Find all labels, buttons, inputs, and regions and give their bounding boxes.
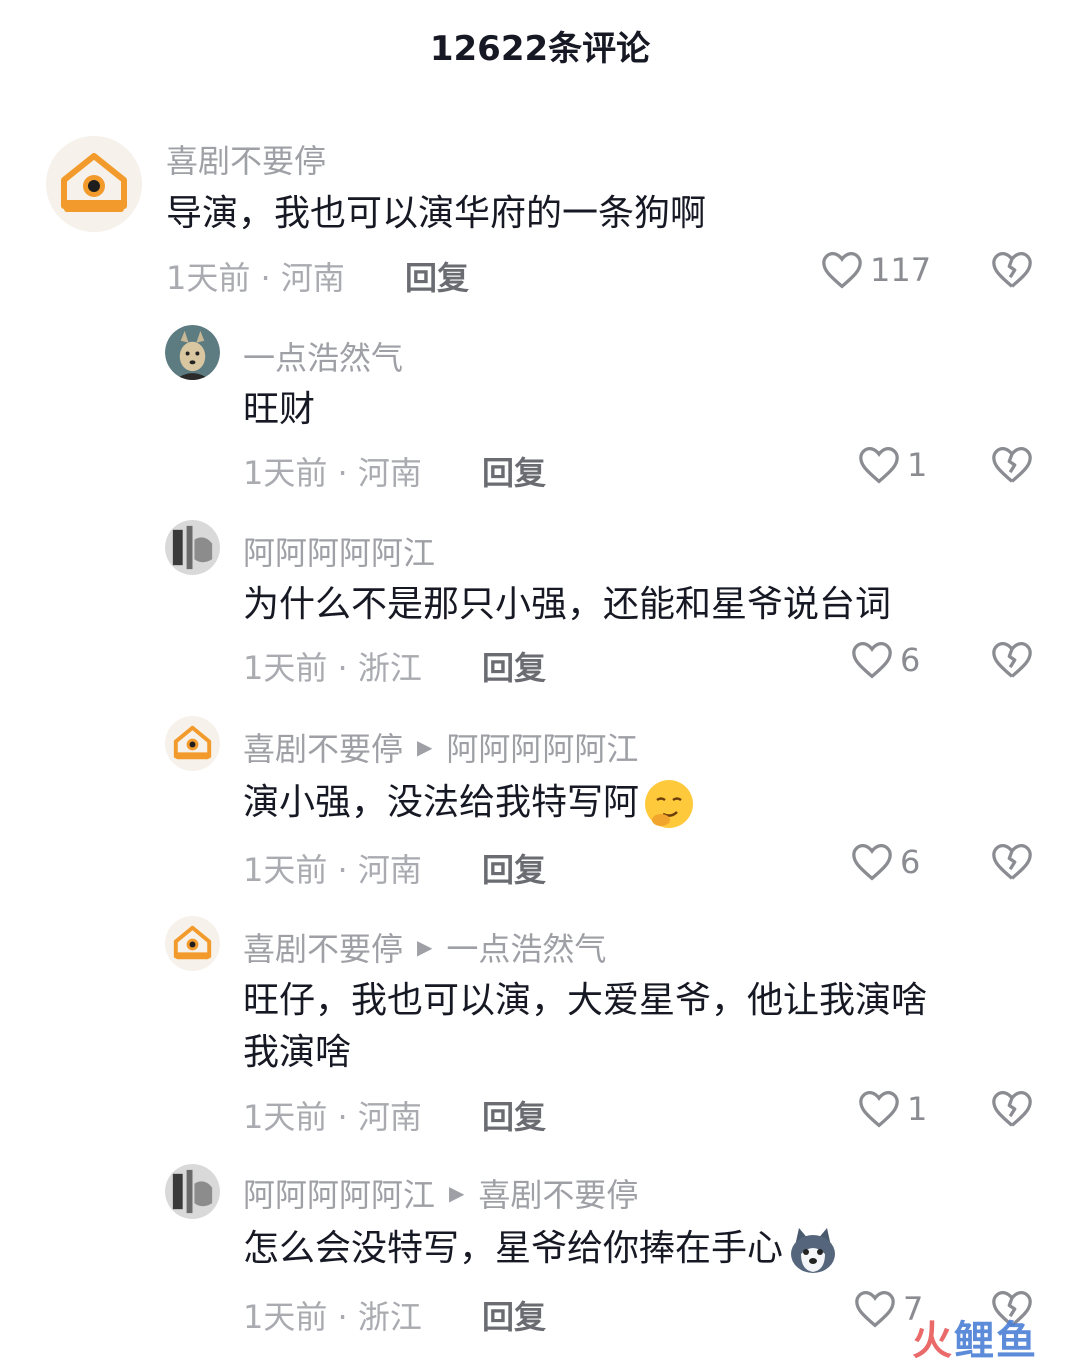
- reply-to-name[interactable]: 阿阿阿阿阿江: [446, 724, 638, 770]
- comment-text: 导演，我也可以演华府的一条狗啊: [166, 193, 707, 234]
- comment-text: 为什么不是那只小强，还能和星爷说台词: [243, 584, 892, 625]
- avatar[interactable]: [46, 136, 142, 232]
- dislike-button[interactable]: [990, 1089, 1034, 1129]
- avatar[interactable]: [165, 716, 220, 771]
- dislike-button[interactable]: [990, 640, 1034, 680]
- bw-photo-avatar-icon: [165, 1164, 220, 1219]
- avatar[interactable]: [165, 916, 220, 971]
- comment-author[interactable]: 一点浩然气: [243, 333, 403, 379]
- reply-arrow-icon: ▶: [417, 935, 433, 959]
- comment-text: 演小强，没法给我特写阿: [243, 778, 695, 830]
- reply-arrow-icon: ▶: [417, 735, 433, 759]
- reply-button[interactable]: 回复: [482, 1292, 546, 1338]
- reply-button[interactable]: 回复: [482, 845, 546, 891]
- bw-photo-avatar-icon: [165, 520, 220, 575]
- reply-item: 阿阿阿阿阿江 为什么不是那只小强，还能和星爷说台词 1天前 · 浙江 回复 6: [0, 520, 1080, 695]
- reply-button[interactable]: 回复: [482, 643, 546, 689]
- reply-to-name[interactable]: 一点浩然气: [446, 924, 606, 970]
- comment-author[interactable]: 喜剧不要停 ▶ 一点浩然气: [243, 924, 606, 970]
- orange-house-logo-icon: [46, 136, 142, 232]
- like-count: 6: [900, 641, 921, 679]
- heart-icon: [859, 446, 899, 484]
- avatar[interactable]: [165, 325, 220, 380]
- orange-house-logo-icon: [165, 716, 220, 771]
- comment-text-line-2: 我演啥: [243, 1032, 352, 1073]
- husky-emoji-icon: [791, 1228, 836, 1273]
- heart-icon: [855, 1290, 895, 1328]
- heart-icon: [852, 843, 892, 881]
- reply-item: 一点浩然气 旺财 1天前 · 河南 回复 1: [0, 325, 1080, 500]
- comment-meta: 1天前 · 浙江: [243, 1298, 422, 1336]
- comment-text-line-1: 旺仔，我也可以演，大爱星爷，他让我演啥: [243, 980, 928, 1021]
- smirk-emoji-icon: [645, 780, 694, 828]
- comment-meta: 1天前 · 河南: [166, 259, 345, 297]
- avatar[interactable]: [165, 1164, 220, 1219]
- dislike-button[interactable]: [990, 842, 1034, 882]
- comment-meta: 1天前 · 河南: [243, 454, 422, 492]
- dislike-button[interactable]: [990, 445, 1034, 485]
- comment-item: 喜剧不要停 导演，我也可以演华府的一条狗啊 1天前 · 河南 回复 117: [0, 136, 1080, 306]
- comment-author[interactable]: 阿阿阿阿阿江 ▶ 喜剧不要停: [243, 1170, 638, 1216]
- broken-heart-icon: [992, 447, 1032, 483]
- heart-icon: [822, 251, 862, 289]
- heart-icon: [859, 1090, 899, 1128]
- broken-heart-icon: [992, 844, 1032, 880]
- like-count: 1: [907, 1090, 928, 1128]
- comment-author[interactable]: 喜剧不要停: [166, 136, 326, 182]
- comment-count-title: 12622条评论: [429, 29, 651, 69]
- dog-avatar-icon: [165, 325, 220, 380]
- like-button[interactable]: 6: [850, 842, 920, 882]
- like-button[interactable]: 117: [820, 250, 931, 290]
- comment-meta: 1天前 · 浙江: [243, 649, 422, 687]
- broken-heart-icon: [992, 252, 1032, 288]
- like-count: 117: [870, 251, 932, 289]
- comment-text: 怎么会没特写，星爷给你捧在手心: [243, 1224, 839, 1276]
- reply-button[interactable]: 回复: [405, 253, 469, 299]
- avatar[interactable]: [165, 520, 220, 575]
- broken-heart-icon: [992, 642, 1032, 678]
- heart-icon: [852, 641, 892, 679]
- orange-house-logo-icon: [165, 916, 220, 971]
- reply-button[interactable]: 回复: [482, 1092, 546, 1138]
- comment-author[interactable]: 阿阿阿阿阿江: [243, 528, 435, 574]
- dislike-button[interactable]: [990, 250, 1034, 290]
- like-count: 1: [907, 446, 928, 484]
- comment-meta: 1天前 · 河南: [243, 1098, 422, 1136]
- like-count: 6: [900, 843, 921, 881]
- like-button[interactable]: 1: [857, 1089, 927, 1129]
- comment-text: 旺财: [243, 389, 316, 430]
- reply-button[interactable]: 回复: [482, 448, 546, 494]
- reply-arrow-icon: ▶: [449, 1181, 465, 1205]
- broken-heart-icon: [992, 1091, 1032, 1127]
- comment-author[interactable]: 喜剧不要停 ▶ 阿阿阿阿阿江: [243, 724, 638, 770]
- reply-to-name[interactable]: 喜剧不要停: [478, 1170, 638, 1216]
- like-button[interactable]: 6: [850, 640, 920, 680]
- comments-header: 12622条评论: [0, 0, 1080, 100]
- reply-item: 喜剧不要停 ▶ 一点浩然气 旺仔，我也可以演，大爱星爷，他让我演啥 我演啥 1天…: [0, 916, 1080, 1141]
- watermark-logo: 火鲤鱼: [912, 1318, 1038, 1364]
- comment-meta: 1天前 · 河南: [243, 851, 422, 889]
- reply-item: 喜剧不要停 ▶ 阿阿阿阿阿江 演小强，没法给我特写阿 1天前 · 河南 回复 6: [0, 716, 1080, 896]
- like-button[interactable]: 1: [857, 445, 927, 485]
